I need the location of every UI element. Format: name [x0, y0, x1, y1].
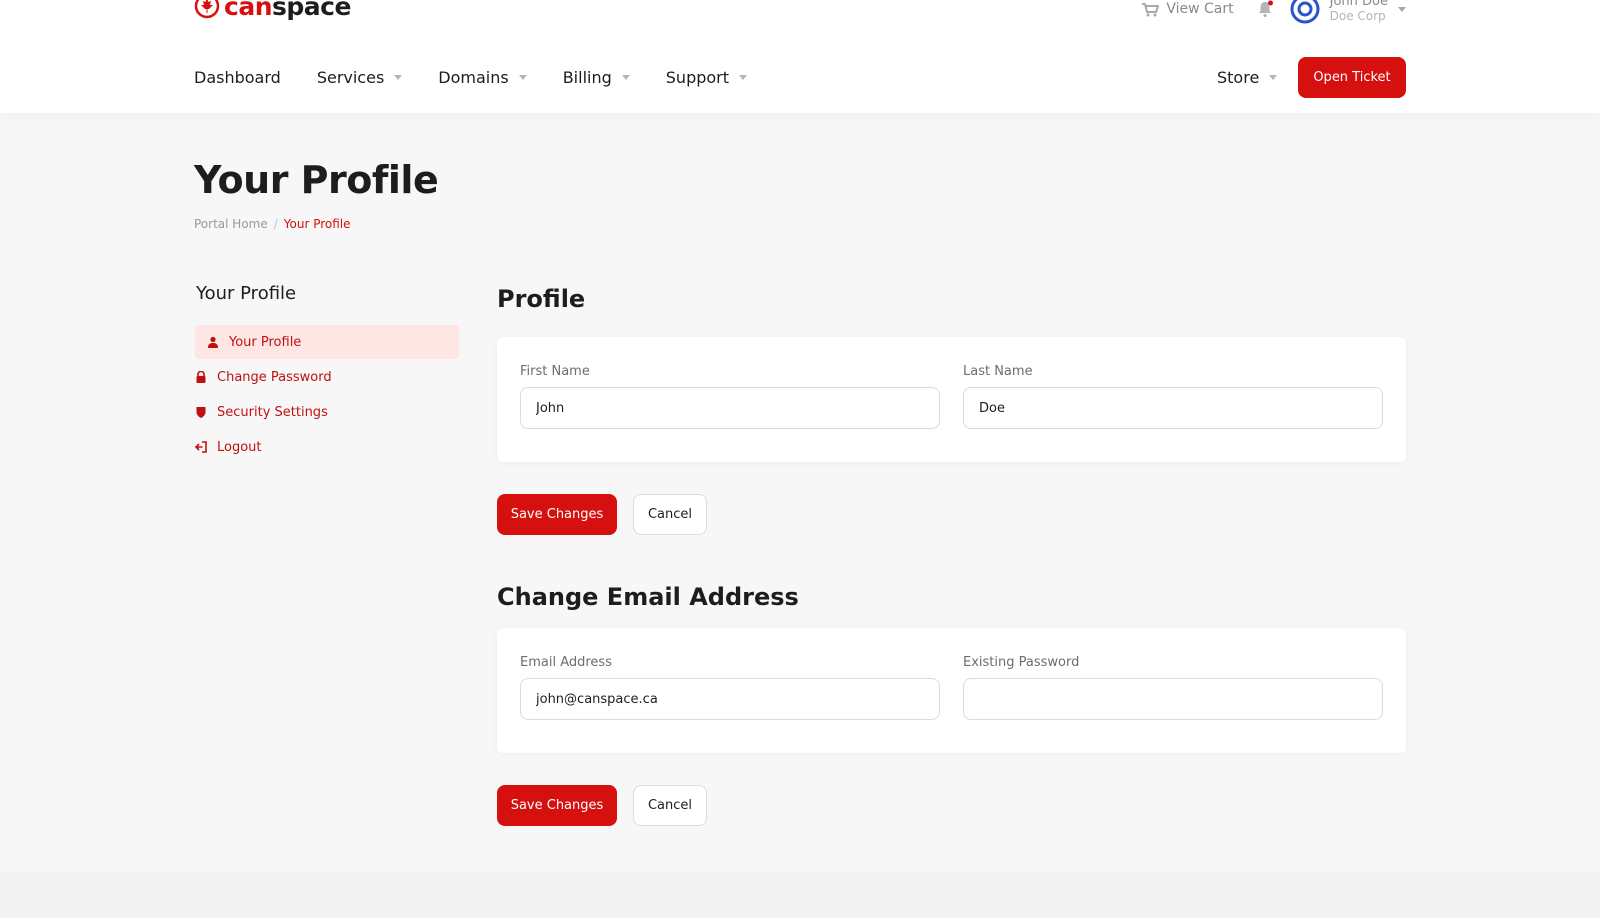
breadcrumb: Portal Home / Your Profile — [194, 217, 351, 231]
shield-icon — [196, 407, 206, 418]
nav-support-label: Support — [665, 67, 730, 87]
last-name-label: Last Name — [963, 364, 1033, 379]
email-group: Email Address — [520, 655, 940, 720]
email-section-title: Change Email Address — [497, 583, 799, 611]
cancel-profile-button[interactable]: Cancel — [633, 494, 707, 535]
sidebar-item-label: Security Settings — [217, 404, 328, 420]
sidebar-item-security-settings[interactable]: Security Settings — [195, 395, 459, 429]
sidebar-item-change-password[interactable]: Change Password — [195, 360, 459, 394]
view-cart-link[interactable]: View Cart — [1141, 1, 1234, 17]
breadcrumb-separator: / — [273, 217, 278, 231]
open-ticket-button[interactable]: Open Ticket — [1298, 57, 1406, 98]
breadcrumb-home[interactable]: Portal Home — [194, 217, 268, 231]
email-field[interactable] — [520, 678, 940, 720]
logo[interactable]: can space — [194, 0, 351, 22]
page-title: Your Profile — [194, 158, 439, 202]
first-name-label: First Name — [520, 364, 590, 379]
email-label: Email Address — [520, 655, 612, 670]
email-card: Email Address Existing Password — [497, 628, 1406, 753]
existing-password-label: Existing Password — [963, 655, 1080, 670]
breadcrumb-current: Your Profile — [283, 217, 351, 231]
cart-icon — [1142, 3, 1160, 17]
nav-domains[interactable]: Domains — [438, 67, 527, 87]
nav-dashboard[interactable]: Dashboard — [194, 68, 281, 87]
chevron-down-icon — [1269, 74, 1278, 80]
first-name-field[interactable] — [520, 387, 940, 429]
user-name: John Doe — [1329, 0, 1388, 9]
footer — [0, 872, 1600, 918]
avatar — [1290, 0, 1320, 24]
sidebar-title: Your Profile — [196, 283, 297, 304]
chevron-down-icon — [621, 74, 630, 80]
nav-dashboard-label: Dashboard — [194, 67, 281, 87]
logo-text-space: space — [272, 0, 351, 21]
nav-services[interactable]: Services — [316, 67, 403, 87]
logo-text-can: can — [224, 0, 273, 21]
chevron-down-icon — [1398, 6, 1406, 12]
last-name-field[interactable] — [963, 387, 1383, 429]
nav-support[interactable]: Support — [665, 67, 748, 87]
user-menu[interactable]: John Doe Doe Corp — [1290, 0, 1406, 24]
nav-services-label: Services — [316, 67, 385, 87]
lock-icon — [196, 371, 206, 383]
sidebar-item-your-profile[interactable]: Your Profile — [195, 325, 459, 359]
bell-icon[interactable] — [1256, 0, 1274, 18]
last-name-group: Last Name — [963, 364, 1383, 429]
profile-card: First Name Last Name — [497, 337, 1406, 462]
sidebar-item-logout[interactable]: Logout — [195, 430, 459, 464]
nav-store[interactable]: Store — [1217, 56, 1278, 98]
existing-password-group: Existing Password — [963, 655, 1383, 720]
chevron-down-icon — [518, 74, 527, 80]
top-right-utilities: View Cart John Doe Doe Corp — [1141, 0, 1406, 24]
profile-section-title: Profile — [497, 285, 586, 313]
chevron-down-icon — [739, 74, 748, 80]
cancel-email-button[interactable]: Cancel — [633, 785, 707, 826]
first-name-group: First Name — [520, 364, 940, 429]
user-company: Doe Corp — [1329, 9, 1386, 23]
maple-leaf-icon — [194, 0, 220, 19]
logout-icon — [195, 441, 207, 453]
sidebar-item-label: Your Profile — [229, 334, 302, 350]
nav-billing-label: Billing — [562, 67, 612, 87]
sidebar-item-label: Logout — [217, 439, 262, 455]
nav-billing[interactable]: Billing — [563, 68, 630, 87]
view-cart-label: View Cart — [1166, 1, 1234, 17]
existing-password-field[interactable] — [963, 678, 1383, 720]
header: can space View Cart John Doe Doe Corp Da… — [0, 0, 1600, 113]
sidebar: Your Profile Change Password Security Se… — [195, 325, 459, 465]
user-icon — [208, 336, 218, 348]
sidebar-item-label: Change Password — [217, 369, 332, 385]
save-profile-button[interactable]: Save Changes — [497, 494, 617, 535]
chevron-down-icon — [394, 74, 403, 80]
save-email-button[interactable]: Save Changes — [497, 785, 617, 826]
nav-store-label: Store — [1217, 67, 1260, 87]
main-nav: Dashboard Services Domains Billing Suppo… — [194, 56, 783, 98]
nav-domains-label: Domains — [438, 67, 509, 87]
